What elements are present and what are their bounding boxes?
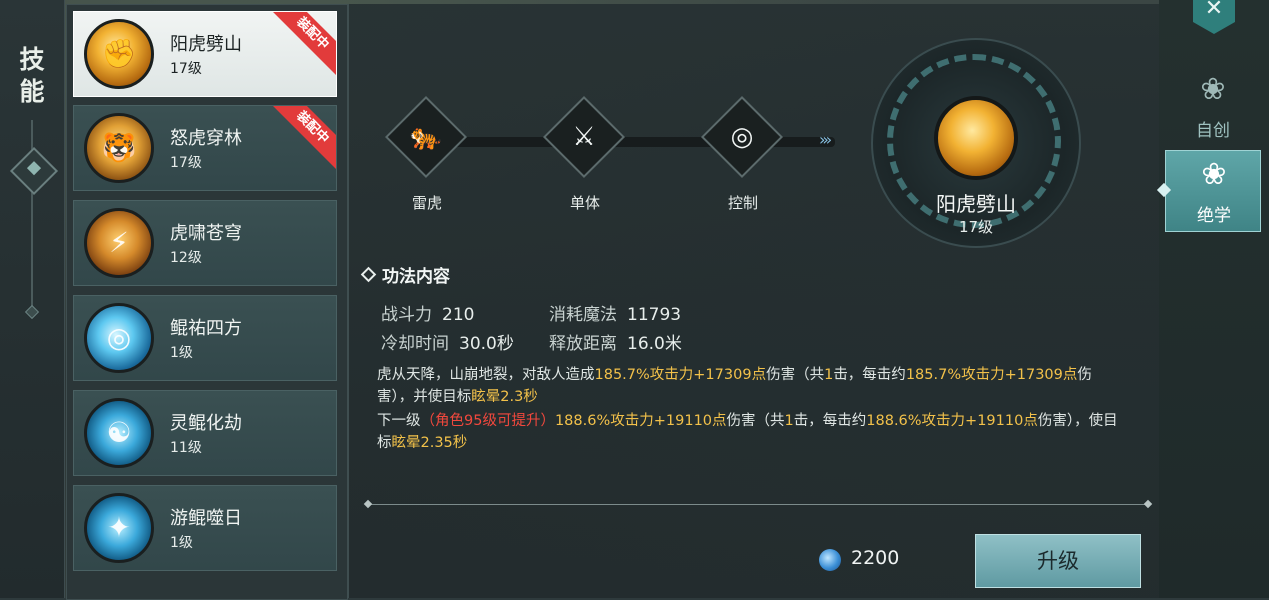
skill-name: 鲲祐四方: [170, 318, 242, 339]
skill-name: 怒虎穿林: [170, 128, 242, 149]
skill-detail-panel: 🐅 雷虎 ⚔ 单体 ◎ 控制 ››› 阳虎劈山 17级 功法内容 战斗力 210 …: [348, 4, 1160, 598]
selected-skill-level: 17级: [958, 218, 994, 236]
trait-label: 控制: [727, 194, 758, 212]
skill-name: 游鲲噬日: [170, 508, 242, 529]
left-rail: 技能: [0, 0, 65, 598]
upgrade-cost: 2200: [851, 547, 900, 569]
tab-custom[interactable]: ❀ 自创: [1165, 66, 1261, 148]
right-tabs: ✕ ❀ 自创 ❀ 绝学: [1156, 0, 1269, 598]
skill-item-0[interactable]: ✊ 阳虎劈山 17级 装配中: [73, 11, 337, 97]
next-level-description: 下一级（角色95级可提升）188.6%攻击力+19110点伤害（共1击，每击约1…: [377, 413, 1118, 451]
spirit-kun-icon: ☯: [84, 398, 154, 468]
selected-skill-emblem: 阳虎劈山 17级: [871, 38, 1081, 248]
equipped-badge: 装配中: [268, 106, 336, 172]
skill-level: 1级: [170, 345, 193, 361]
control-swirl-icon: ◎: [730, 122, 754, 152]
tiger-fist-icon: [934, 96, 1018, 180]
skill-item-3[interactable]: ◎ 鲲祐四方 1级: [73, 295, 337, 381]
skill-item-2[interactable]: ⚡ 虎啸苍穹 12级: [73, 200, 337, 286]
stat-power: 战斗力 210: [381, 305, 475, 325]
tiger-roar-icon: ⚡: [84, 208, 154, 278]
trait-label: 单体: [569, 194, 600, 212]
divider: [369, 504, 1147, 505]
skill-description: 虎从天降，山崩地裂，对敌人造成185.7%攻击力+17309点伤害（共1击，每击…: [377, 367, 1092, 405]
trait-label: 雷虎: [411, 194, 442, 212]
roaring-tiger-icon: 🐯: [84, 113, 154, 183]
arrows-icon: ›››: [819, 130, 832, 149]
x-emblem-icon[interactable]: ✕: [1193, 0, 1235, 34]
skill-item-1[interactable]: 🐯 怒虎穿林 17级 装配中: [73, 105, 337, 191]
diamond-icon: [360, 266, 377, 283]
tiger-fist-icon: ✊: [84, 19, 154, 89]
stat-mana: 消耗魔法 11793: [549, 305, 682, 325]
skill-name: 虎啸苍穹: [170, 223, 242, 244]
stat-cooldown: 冷却时间 30.0秒: [381, 334, 514, 354]
skill-level: 11级: [170, 440, 202, 456]
skill-item-5[interactable]: ✦ 游鲲噬日 1级: [73, 485, 337, 571]
trait-node-2: ◎: [700, 95, 784, 179]
skill-name: 灵鲲化劫: [170, 413, 242, 434]
selected-skill-name: 阳虎劈山: [936, 192, 1016, 216]
spirit-orb-icon: [819, 549, 841, 571]
upgrade-button[interactable]: 升级: [975, 534, 1141, 588]
swimming-kun-icon: ✦: [84, 493, 154, 563]
tab-label: 绝学: [1197, 206, 1231, 226]
trait-node-0: 🐅: [384, 95, 468, 179]
rail-gem-icon: [9, 146, 59, 196]
skill-item-4[interactable]: ☯ 灵鲲化劫 11级: [73, 390, 337, 476]
thunder-tiger-icon: 🐅: [409, 122, 443, 152]
tab-unique[interactable]: ❀ 绝学: [1156, 150, 1261, 232]
section-title: 功法内容: [360, 262, 450, 287]
stat-range: 释放距离 16.0米: [549, 334, 682, 354]
kun-sphere-icon: ◎: [84, 303, 154, 373]
single-target-icon: ⚔: [572, 122, 596, 152]
trait-node-1: ⚔: [542, 95, 626, 179]
tab-label: 自创: [1196, 121, 1230, 141]
skill-name: 阳虎劈山: [170, 34, 242, 55]
rail-title: 技能: [19, 45, 45, 106]
skill-level: 17级: [170, 61, 202, 77]
lotus-icon: ❀: [1201, 157, 1227, 192]
rail-dot-icon: [24, 304, 40, 320]
skill-level: 1级: [170, 535, 193, 551]
lotus-icon: ❀: [1200, 72, 1226, 107]
skill-list[interactable]: ✊ 阳虎劈山 17级 装配中 🐯 怒虎穿林 17级 装配中 ⚡ 虎啸苍穹 12级…: [66, 4, 348, 600]
skill-level: 12级: [170, 250, 202, 266]
equipped-badge: 装配中: [268, 12, 336, 78]
skill-level: 17级: [170, 155, 202, 171]
